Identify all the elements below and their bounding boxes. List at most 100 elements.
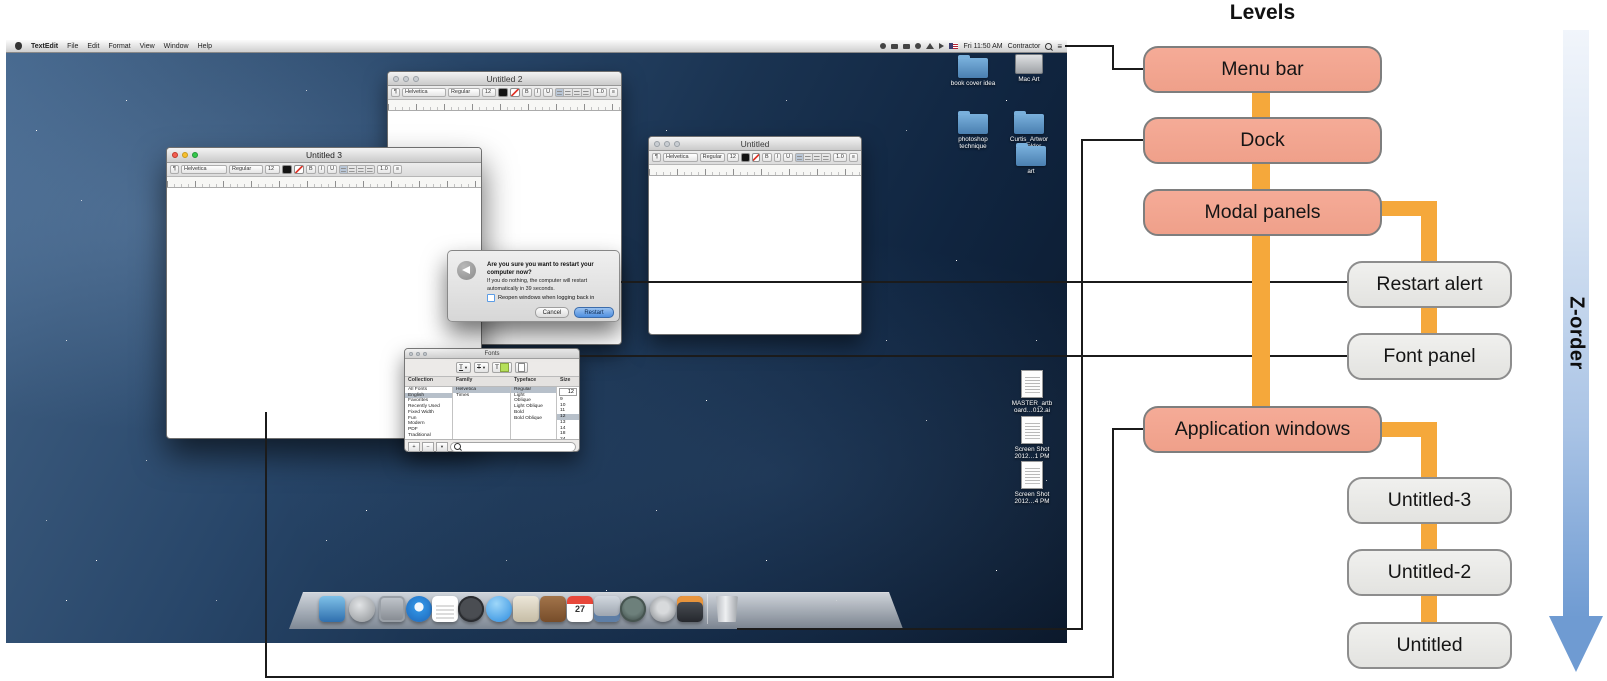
alignment-group[interactable] [795, 153, 831, 162]
underline-style-button[interactable]: T▼ [456, 362, 471, 373]
typeface-menu[interactable]: Regular [448, 88, 480, 97]
volume-icon[interactable] [939, 43, 944, 49]
dock-icon-facetime[interactable] [594, 596, 620, 622]
dock-icon-system-preferences[interactable] [650, 596, 676, 622]
dock-icon-time-machine[interactable] [620, 596, 646, 622]
window-controls[interactable] [172, 152, 198, 158]
align-center-button[interactable] [564, 88, 573, 97]
typeface-menu[interactable]: Regular [700, 153, 725, 162]
ruler[interactable] [167, 177, 481, 188]
window-title-bar[interactable]: Untitled [649, 137, 861, 151]
add-collection-button[interactable]: + [408, 442, 420, 452]
ruler[interactable] [388, 100, 621, 111]
window-untitled[interactable]: Untitled ¶ Helvetica Regular 12 B I U 1.… [648, 136, 862, 335]
menu-window[interactable]: Window [164, 43, 189, 50]
action-gear-menu[interactable]: ▼ [436, 442, 448, 452]
typeface-list[interactable]: Regular Light Oblique Light Oblique Bold… [511, 387, 557, 439]
search-icon[interactable] [1045, 43, 1052, 50]
window-controls[interactable] [654, 141, 680, 147]
align-center-button[interactable] [804, 153, 813, 162]
align-justify-button[interactable] [573, 88, 582, 97]
restart-alert-dialog[interactable]: Are you sure you want to restart your co… [447, 250, 620, 322]
underline-button[interactable]: U [783, 153, 793, 162]
desktop-icon-master-artboard[interactable]: MASTER_artb oard…012.ai [1004, 370, 1060, 414]
dock-icon-contacts[interactable] [540, 596, 566, 622]
styles-menu[interactable]: ¶ [652, 153, 661, 162]
dock-icon-textedit[interactable] [432, 596, 458, 622]
text-color-well[interactable] [282, 165, 292, 174]
text-color-well[interactable] [498, 88, 508, 97]
dock-icon-dashboard[interactable] [458, 596, 484, 622]
align-left-button[interactable] [555, 88, 564, 97]
reopen-windows-checkbox-row[interactable]: Reopen windows when logging back in [487, 294, 594, 302]
bold-button[interactable]: B [762, 153, 772, 162]
line-spacing-menu[interactable]: 1.0 [593, 88, 607, 97]
styles-menu[interactable]: ¶ [391, 88, 400, 97]
minimize-button[interactable] [182, 152, 188, 158]
italic-button[interactable]: I [318, 165, 326, 174]
us-flag-icon[interactable] [949, 43, 958, 49]
menu-edit[interactable]: Edit [87, 43, 99, 50]
wifi-icon[interactable] [926, 43, 934, 49]
alignment-group[interactable] [339, 165, 375, 174]
list-style-menu[interactable]: ≡ [609, 88, 618, 97]
desktop-icon-book-cover-idea[interactable]: book cover idea [944, 58, 1002, 87]
align-justify-button[interactable] [357, 165, 366, 174]
window-title-bar[interactable]: Untitled 2 [388, 72, 621, 86]
fonts-panel[interactable]: Fonts T▼ T▼ T Collection Family Typeface… [404, 348, 580, 452]
bluetooth-icon[interactable] [891, 44, 898, 49]
dock-icon-calendar[interactable]: 27 [567, 596, 593, 622]
close-button[interactable] [172, 152, 178, 158]
strikethrough-style-button[interactable]: T▼ [474, 362, 489, 373]
underline-button[interactable]: U [327, 165, 337, 174]
line-spacing-menu[interactable]: 1.0 [833, 153, 847, 162]
italic-button[interactable]: I [774, 153, 782, 162]
align-left-button[interactable] [795, 153, 804, 162]
close-button[interactable] [654, 141, 660, 147]
restart-button[interactable]: Restart [574, 307, 614, 318]
zoom-button[interactable] [423, 352, 427, 356]
minimize-button[interactable] [664, 141, 670, 147]
desktop-icon-photoshop-technique[interactable]: photoshop technique [944, 114, 1002, 150]
collection-list[interactable]: All Fonts English Favorites Recently Use… [405, 387, 453, 439]
align-right-button[interactable] [582, 88, 591, 97]
minimize-button[interactable] [403, 76, 409, 82]
desktop-icon-screenshot-2[interactable]: Screen Shot 2012…4 PM [1004, 461, 1060, 505]
checkbox[interactable] [487, 294, 495, 302]
text-color-button[interactable]: T [492, 362, 512, 373]
typeface-menu[interactable]: Regular [229, 165, 263, 174]
font-family-menu[interactable]: Helvetica [663, 153, 698, 162]
background-color-well[interactable] [294, 165, 304, 174]
bold-button[interactable]: B [522, 88, 532, 97]
size-list[interactable]: 12 9 10 11 12 13 14 18 24 [557, 387, 579, 439]
underline-button[interactable]: U [543, 88, 553, 97]
minimize-button[interactable] [416, 352, 420, 356]
time-machine-icon[interactable] [880, 43, 886, 49]
line-spacing-menu[interactable]: 1.0 [377, 165, 391, 174]
menu-view[interactable]: View [140, 43, 155, 50]
text-color-well[interactable] [741, 153, 749, 162]
dock-icon-safari[interactable] [406, 596, 432, 622]
zoom-button[interactable] [413, 76, 419, 82]
menu-file[interactable]: File [67, 43, 78, 50]
zoom-button[interactable] [192, 152, 198, 158]
family-list[interactable]: Helvetica Times [453, 387, 511, 439]
align-right-button[interactable] [366, 165, 375, 174]
desktop-icon-mac-art[interactable]: Mac Art [1000, 54, 1058, 83]
dock-icon-mail[interactable] [513, 596, 539, 622]
window-controls[interactable] [393, 76, 419, 82]
italic-button[interactable]: I [534, 88, 542, 97]
align-justify-button[interactable] [813, 153, 822, 162]
background-color-well[interactable] [510, 88, 520, 97]
document-color-button[interactable] [515, 362, 528, 373]
font-family-menu[interactable]: Helvetica [402, 88, 446, 97]
alignment-group[interactable] [555, 88, 591, 97]
dock-icon-finder[interactable] [319, 596, 345, 622]
zoom-button[interactable] [674, 141, 680, 147]
displays-icon[interactable] [903, 44, 910, 49]
desktop-icon-screenshot-1[interactable]: Screen Shot 2012…1 PM [1004, 416, 1060, 460]
desktop-icon-art[interactable]: art [1002, 146, 1060, 175]
remove-collection-button[interactable]: − [422, 442, 434, 452]
cancel-button[interactable]: Cancel [535, 307, 569, 318]
menubar-user[interactable]: Contractor [1008, 43, 1041, 50]
